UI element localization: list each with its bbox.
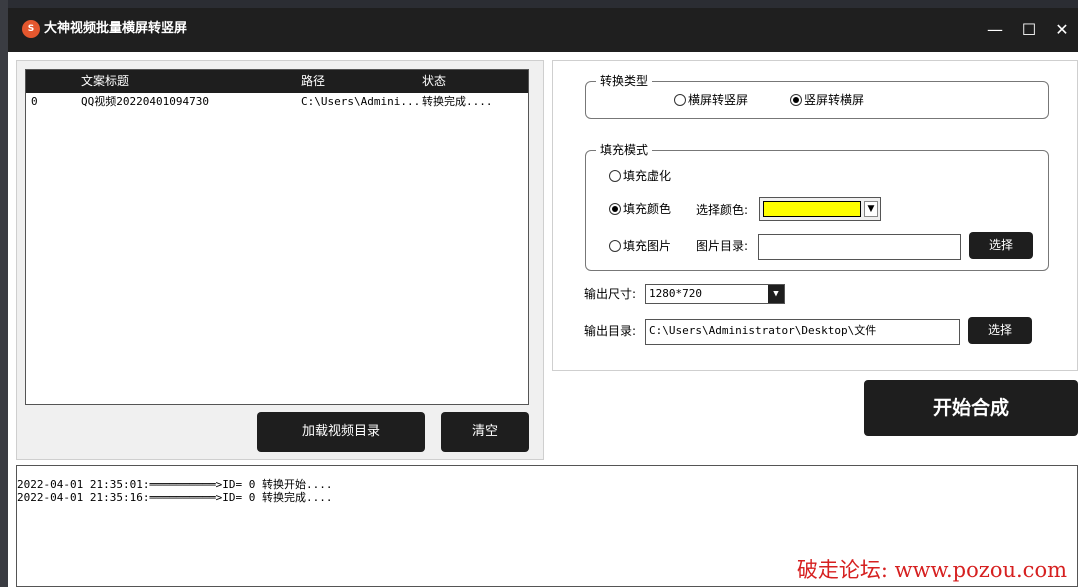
picture-dir-input[interactable] bbox=[758, 234, 961, 260]
choose-picture-button[interactable]: 选择 bbox=[969, 232, 1033, 259]
row-index: 0 bbox=[31, 95, 38, 108]
column-header-status[interactable]: 状态 bbox=[422, 70, 446, 93]
radio-unchecked-icon bbox=[674, 94, 686, 106]
color-label: 选择颜色: bbox=[696, 203, 749, 217]
radio-unchecked-icon bbox=[609, 240, 621, 252]
radio-checked-icon bbox=[790, 94, 802, 106]
log-line: 2022-04-01 21:35:01:══════════>ID= 0 转换开… bbox=[17, 478, 333, 491]
choose-output-button[interactable]: 选择 bbox=[968, 317, 1032, 344]
convert-type-group: 转换类型 横屏转竖屏 竖屏转横屏 bbox=[585, 73, 1049, 119]
maximize-button[interactable]: ☐ bbox=[1014, 16, 1044, 44]
radio-fill-blur[interactable]: 填充虚化 bbox=[609, 168, 671, 184]
window-title: 大神视频批量横屏转竖屏 bbox=[44, 21, 188, 36]
output-size-label: 输出尺寸: bbox=[584, 287, 637, 301]
fill-mode-title: 填充模式 bbox=[596, 142, 653, 158]
log-output[interactable]: 2022-04-01 21:35:01:══════════>ID= 0 转换开… bbox=[16, 465, 1078, 587]
row-status: 转换完成.... bbox=[422, 95, 493, 108]
color-picker[interactable]: ▼ bbox=[759, 197, 881, 221]
radio-landscape-to-portrait[interactable]: 横屏转竖屏 bbox=[674, 92, 748, 108]
title-bar[interactable]: S 大神视频批量横屏转竖屏 — ☐ ✕ bbox=[8, 8, 1078, 52]
radio-unchecked-icon bbox=[609, 170, 621, 182]
radio-checked-icon bbox=[609, 203, 621, 215]
video-list[interactable]: 文案标题 路径 状态 0 QQ视频20220401094730 C:\Users… bbox=[25, 69, 529, 405]
chevron-down-icon[interactable]: ▼ bbox=[864, 201, 878, 217]
video-list-panel: 文案标题 路径 状态 0 QQ视频20220401094730 C:\Users… bbox=[16, 60, 544, 460]
radio-portrait-to-landscape[interactable]: 竖屏转横屏 bbox=[790, 92, 864, 108]
color-swatch bbox=[763, 201, 861, 217]
clear-button[interactable]: 清空 bbox=[441, 412, 529, 452]
output-size-value: 1280*720 bbox=[649, 287, 702, 300]
close-button[interactable]: ✕ bbox=[1047, 16, 1077, 44]
output-dir-label: 输出目录: bbox=[584, 324, 637, 338]
output-size-select[interactable]: 1280*720 ▼ bbox=[645, 284, 785, 304]
radio-fill-picture[interactable]: 填充图片 bbox=[609, 238, 671, 254]
desktop-left-strip bbox=[0, 0, 8, 587]
radio-fill-color[interactable]: 填充颜色 bbox=[609, 201, 671, 217]
log-line: 2022-04-01 21:35:16:══════════>ID= 0 转换完… bbox=[17, 491, 333, 504]
settings-panel: 转换类型 横屏转竖屏 竖屏转横屏 填充模式 填充虚化 填充颜色 选择颜色: ▼ … bbox=[552, 60, 1078, 371]
load-video-dir-button[interactable]: 加载视频目录 bbox=[257, 412, 425, 452]
column-header-title[interactable]: 文案标题 bbox=[81, 70, 129, 93]
app-logo-icon: S bbox=[22, 20, 40, 38]
output-dir-input[interactable]: C:\Users\Administrator\Desktop\文件 bbox=[645, 319, 960, 345]
minimize-button[interactable]: — bbox=[980, 16, 1010, 44]
fill-mode-group: 填充模式 填充虚化 填充颜色 选择颜色: ▼ 填充图片 图片目录: 选择 bbox=[585, 142, 1049, 271]
convert-type-title: 转换类型 bbox=[596, 73, 653, 89]
window-client-area: 文案标题 路径 状态 0 QQ视频20220401094730 C:\Users… bbox=[8, 52, 1078, 587]
list-header: 文案标题 路径 状态 bbox=[26, 70, 528, 93]
column-header-path[interactable]: 路径 bbox=[301, 70, 325, 93]
chevron-down-icon[interactable]: ▼ bbox=[768, 285, 784, 303]
desktop-top-strip bbox=[0, 0, 1078, 8]
row-path: C:\Users\Admini... bbox=[301, 95, 421, 108]
watermark-text: 破走论坛: www.pozou.com bbox=[796, 558, 1067, 582]
row-title: QQ视频20220401094730 bbox=[81, 95, 209, 108]
picture-dir-label: 图片目录: bbox=[696, 239, 749, 253]
list-item[interactable]: 0 QQ视频20220401094730 C:\Users\Admini... … bbox=[26, 93, 528, 111]
start-button[interactable]: 开始合成 bbox=[864, 380, 1078, 436]
